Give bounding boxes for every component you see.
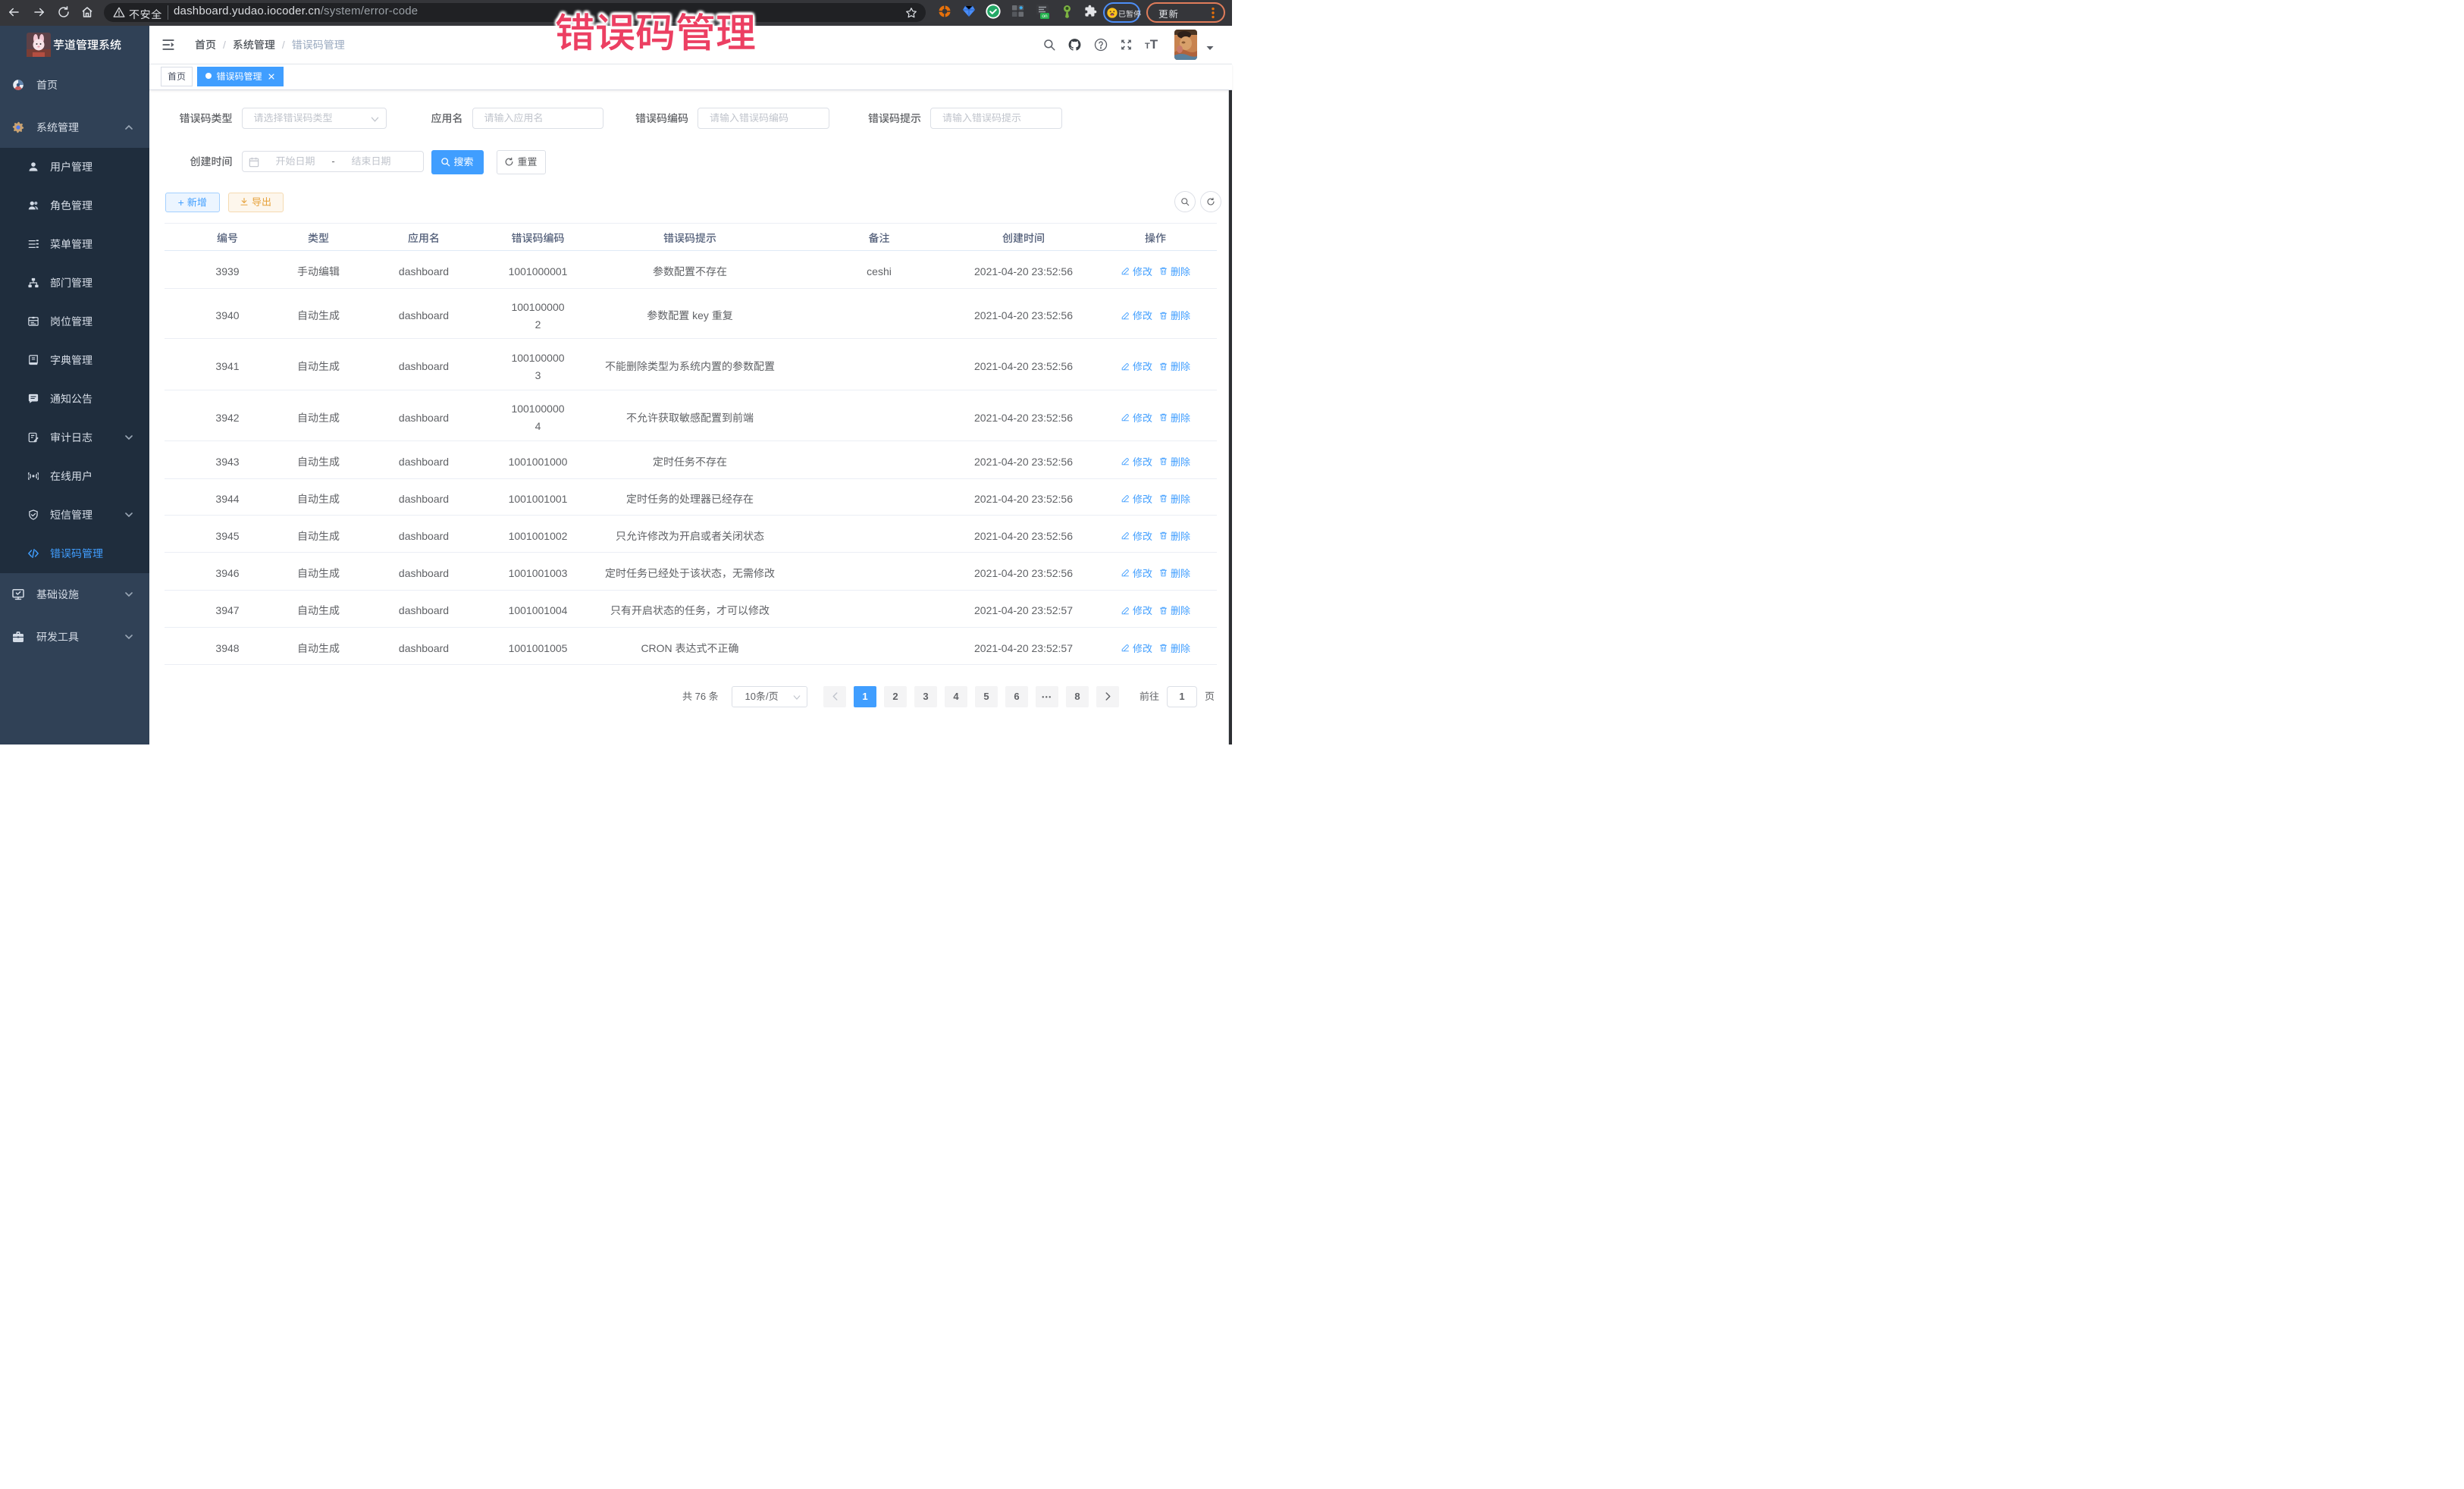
svg-text:on: on [1042, 14, 1048, 19]
